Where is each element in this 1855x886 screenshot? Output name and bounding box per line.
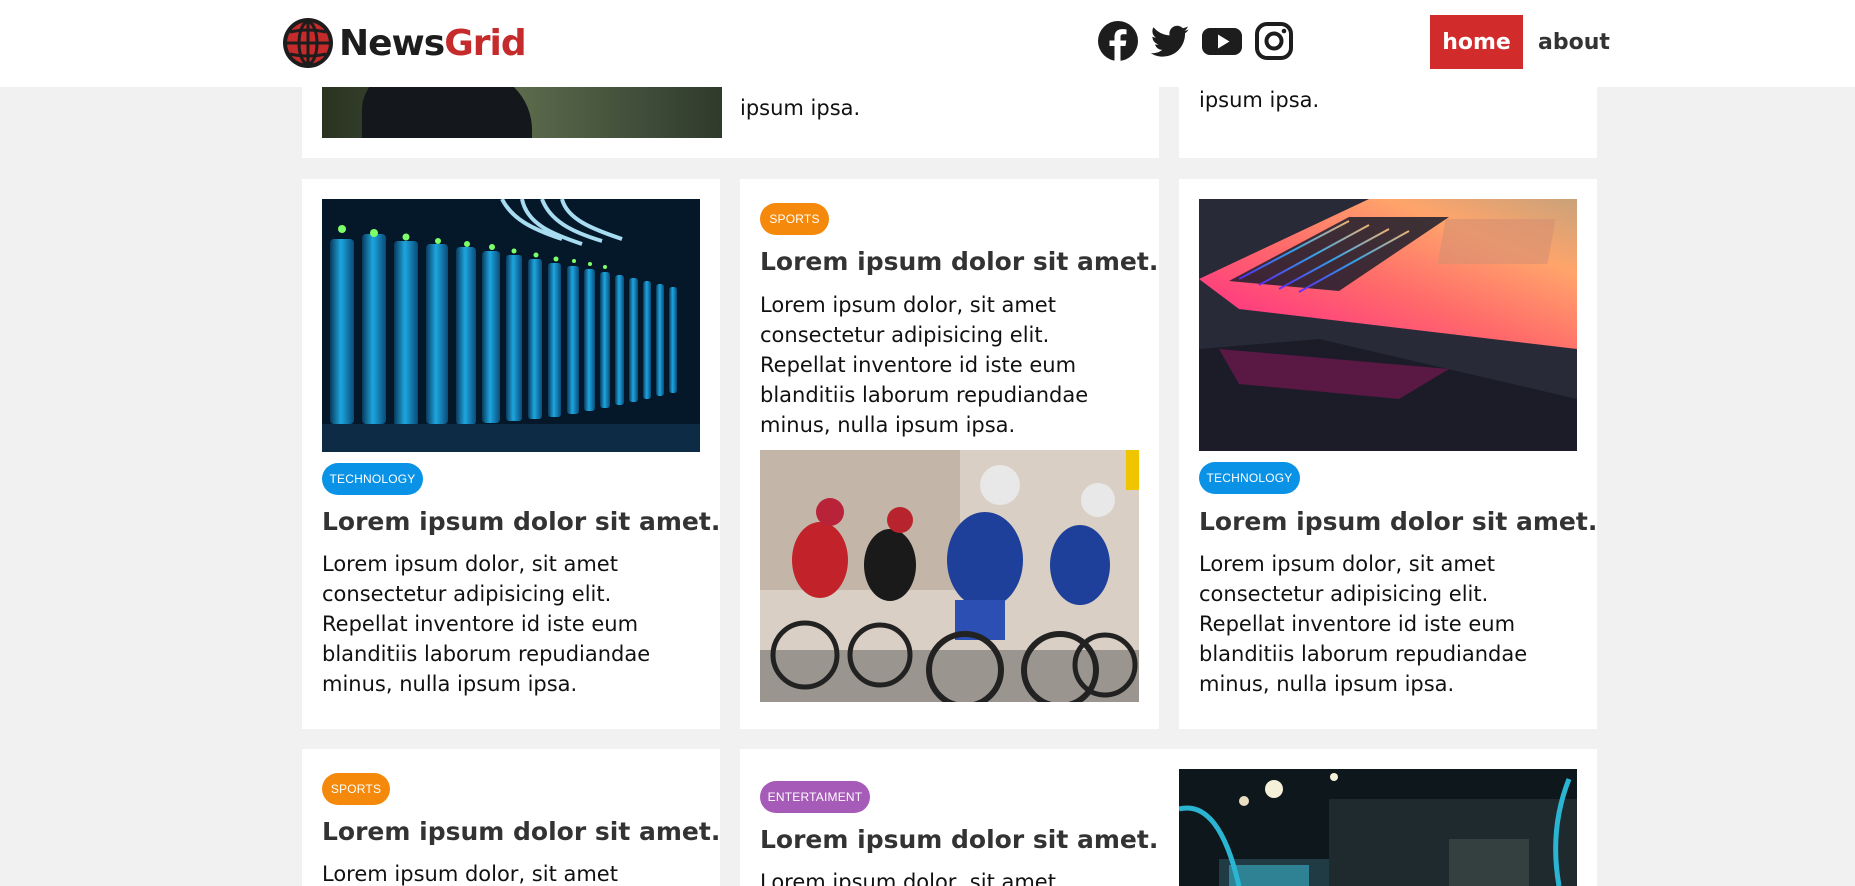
category-badge-sports[interactable]: SPORTS <box>322 773 390 805</box>
category-badge-sports[interactable]: SPORTS <box>760 203 829 235</box>
card-title[interactable]: Lorem ipsum dolor sit amet. <box>322 817 720 846</box>
globe-icon <box>283 18 333 68</box>
card-body-text: Lorem ipsum dolor, sit amet consectetur … <box>760 293 1089 437</box>
nav-about-link[interactable]: about <box>1538 30 1610 55</box>
site-header: NewsGrid home about <box>0 0 1855 87</box>
social-links <box>1097 20 1295 62</box>
facebook-icon[interactable] <box>1097 20 1139 62</box>
card-image <box>760 450 1139 702</box>
card-body-text: Lorem ipsum dolor, sit amet <box>322 862 618 886</box>
camera-illustration <box>1179 769 1577 886</box>
card-body-text: ipsum ipsa. <box>1199 88 1320 112</box>
logo[interactable]: NewsGrid <box>281 15 527 71</box>
card-title[interactable]: Lorem ipsum dolor sit amet. <box>322 507 720 536</box>
category-badge-technology[interactable]: TECHNOLOGY <box>1199 462 1300 494</box>
card-body-text: Lorem ipsum dolor, sit amet consectetur … <box>322 552 651 696</box>
card-image <box>1179 769 1577 886</box>
twitter-icon[interactable] <box>1149 20 1191 62</box>
card-title[interactable]: Lorem ipsum dolor sit amet. <box>760 825 1158 854</box>
logo-text-news: News <box>339 22 445 64</box>
category-badge-technology[interactable]: TECHNOLOGY <box>322 463 423 495</box>
card-title[interactable]: Lorem ipsum dolor sit amet. <box>1199 507 1597 536</box>
card-image <box>322 199 700 452</box>
cyclists-illustration <box>760 450 1139 702</box>
logo-text-grid: Grid <box>444 22 526 64</box>
instagram-icon[interactable] <box>1253 20 1295 62</box>
card-image <box>1199 199 1577 451</box>
card-body-text: Lorem ipsum dolor, sit amet consectetur … <box>1199 552 1528 696</box>
news-card[interactable]: SPORTS Lorem ipsum dolor sit amet. Lorem… <box>740 179 1159 729</box>
category-badge-entertainment[interactable]: ENTERTAIMENT <box>760 781 870 813</box>
logo-text: NewsGrid <box>339 22 527 64</box>
news-card[interactable]: SPORTS Lorem ipsum dolor sit amet. Lorem… <box>302 749 720 886</box>
news-card[interactable]: TECHNOLOGY Lorem ipsum dolor sit amet. L… <box>302 179 720 729</box>
youtube-icon[interactable] <box>1201 20 1243 62</box>
laptop-keyboard-illustration <box>1199 199 1577 451</box>
news-card[interactable]: TECHNOLOGY Lorem ipsum dolor sit amet. L… <box>1179 179 1597 729</box>
card-body-text: ipsum ipsa. <box>740 96 861 120</box>
card-title[interactable]: Lorem ipsum dolor sit amet. <box>760 247 1158 276</box>
nav-home-link[interactable]: home <box>1430 15 1523 69</box>
main-nav: home about <box>1430 15 1610 69</box>
card-body-text: Lorem ipsum dolor, sit amet <box>760 870 1056 886</box>
news-card[interactable]: ENTERTAIMENT Lorem ipsum dolor sit amet.… <box>740 749 1597 886</box>
server-rack-illustration <box>322 199 700 452</box>
